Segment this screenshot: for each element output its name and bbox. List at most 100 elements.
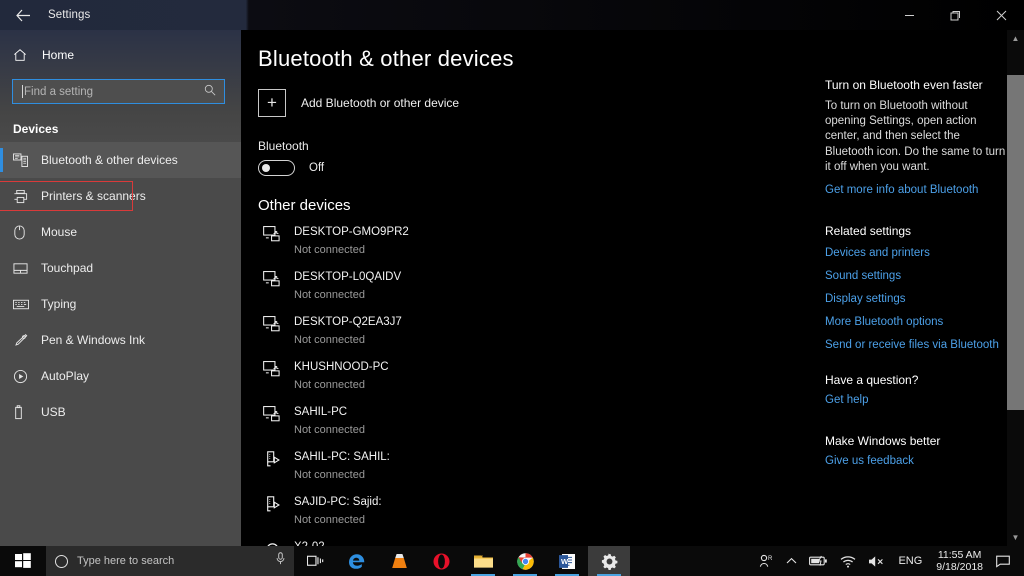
sidebar-item-label: Bluetooth & other devices xyxy=(41,153,178,167)
device-name: SAJID-PC: Sajid: xyxy=(294,496,382,508)
taskbar-app-microsoft-edge[interactable] xyxy=(336,546,378,576)
device-status: Not connected xyxy=(294,244,365,256)
sidebar-item-mouse[interactable]: Mouse xyxy=(0,214,241,250)
link-sound-settings[interactable]: Sound settings xyxy=(825,270,1007,282)
speaker-muted-icon[interactable] xyxy=(862,546,891,576)
link-devices-and-printers[interactable]: Devices and printers xyxy=(825,247,1007,259)
sidebar-item-label: Mouse xyxy=(41,225,77,239)
notification-icon[interactable] xyxy=(990,546,1020,576)
sidebar-item-touchpad[interactable]: Touchpad xyxy=(0,250,241,286)
pen-icon xyxy=(13,333,34,348)
microphone-icon[interactable] xyxy=(275,552,286,570)
device-name: KHUSHNOOD-PC xyxy=(294,361,389,373)
taskbar-app-microsoft-word[interactable]: W xyxy=(546,546,588,576)
windows-start-icon[interactable] xyxy=(0,546,46,576)
taskbar-app-google-chrome[interactable] xyxy=(504,546,546,576)
device-name: DESKTOP-L0QAIDV xyxy=(294,271,401,283)
clock[interactable]: 11:55 AM 9/18/2018 xyxy=(929,549,990,573)
cortana-circle-icon xyxy=(55,555,68,568)
language-indicator[interactable]: ENG xyxy=(891,555,929,567)
text-caret xyxy=(22,85,23,98)
usb-icon xyxy=(13,405,34,420)
sidebar-item-bluetooth-other-devices[interactable]: Bluetooth & other devices xyxy=(0,142,241,178)
sidebar-item-label: Touchpad xyxy=(41,261,93,275)
taskbar: Type here to search xyxy=(0,546,1024,576)
related-settings-heading: Related settings xyxy=(825,224,1007,238)
sidebar-section-title: Devices xyxy=(13,122,241,136)
sidebar-item-printers-scanners[interactable]: Printers & scanners xyxy=(0,178,241,214)
mouse-icon xyxy=(13,225,34,240)
home-icon xyxy=(13,48,35,62)
device-status: Not connected xyxy=(294,424,365,436)
sidebar-item-usb[interactable]: USB xyxy=(0,394,241,430)
battery-icon[interactable] xyxy=(803,546,834,576)
link-get-more-info-about-bluetooth[interactable]: Get more info about Bluetooth xyxy=(825,184,1007,196)
sidebar-item-home[interactable]: Home xyxy=(0,42,241,68)
back-arrow-icon[interactable] xyxy=(0,0,46,30)
taskbar-search-input[interactable]: Type here to search xyxy=(46,546,294,576)
chevron-up-icon[interactable] xyxy=(780,546,803,576)
search-input[interactable]: Find a setting xyxy=(12,79,225,104)
bluetooth-tip-block: Turn on Bluetooth even faster To turn on… xyxy=(825,78,1007,196)
taskbar-app-file-explorer[interactable] xyxy=(462,546,504,576)
settings-window: Settings Home Find a setting xyxy=(0,0,1024,576)
bluetooth-toggle[interactable] xyxy=(258,160,295,176)
task-view-icon[interactable] xyxy=(294,546,336,576)
device-status: Not connected xyxy=(294,334,365,346)
search-placeholder: Find a setting xyxy=(24,86,204,98)
plus-icon: + xyxy=(258,89,286,117)
media-device-icon xyxy=(258,492,286,513)
people-icon[interactable]: R xyxy=(753,546,780,576)
link-more-bluetooth-options[interactable]: More Bluetooth options xyxy=(825,316,1007,328)
taskbar-app-settings[interactable] xyxy=(588,546,630,576)
scroll-up-arrow-icon[interactable]: ▲ xyxy=(1007,30,1024,47)
tip-body: To turn on Bluetooth without opening Set… xyxy=(825,99,1007,175)
keyboard-icon xyxy=(13,299,34,310)
bluetooth-state-label: Off xyxy=(309,162,324,174)
device-status: Not connected xyxy=(294,289,365,301)
vertical-scrollbar[interactable]: ▲ ▼ xyxy=(1007,30,1024,546)
related-settings-block: Related settings Devices and printers So… xyxy=(825,224,1007,351)
sidebar-item-pen-windows-ink[interactable]: Pen & Windows Ink xyxy=(0,322,241,358)
link-get-help[interactable]: Get help xyxy=(825,394,1007,406)
printer-icon xyxy=(13,189,34,204)
close-button[interactable] xyxy=(978,0,1024,30)
device-name: SAHIL-PC xyxy=(294,406,347,418)
bluetooth-devices-icon xyxy=(13,153,34,167)
link-send-or-receive-files-via-bluetooth[interactable]: Send or receive files via Bluetooth xyxy=(825,339,1007,351)
scroll-down-arrow-icon[interactable]: ▼ xyxy=(1007,529,1024,546)
minimize-button[interactable] xyxy=(886,0,932,30)
scrollbar-track[interactable] xyxy=(1007,47,1024,529)
system-tray: R ENG 11:55 AM 9/18/2018 xyxy=(753,546,1024,576)
sidebar: Home Find a setting Devices Bluetooth & … xyxy=(0,30,241,546)
title-bar: Settings xyxy=(0,0,1024,30)
device-name: SAHIL-PC: SAHIL: xyxy=(294,451,390,463)
wireless-display-icon xyxy=(258,267,286,287)
device-status: Not connected xyxy=(294,514,365,526)
add-device-label: Add Bluetooth or other device xyxy=(301,96,459,110)
sidebar-item-label: USB xyxy=(41,405,66,419)
wireless-display-icon xyxy=(258,402,286,422)
link-give-us-feedback[interactable]: Give us feedback xyxy=(825,455,1007,467)
phone-icon xyxy=(258,537,286,546)
scrollbar-thumb[interactable] xyxy=(1007,75,1024,410)
sidebar-item-autoplay[interactable]: AutoPlay xyxy=(0,358,241,394)
clock-time: 11:55 AM xyxy=(938,549,982,561)
device-name: DESKTOP-Q2EA3J7 xyxy=(294,316,402,328)
link-display-settings[interactable]: Display settings xyxy=(825,293,1007,305)
selection-accent-bar xyxy=(0,148,3,172)
restore-button[interactable] xyxy=(932,0,978,30)
taskbar-app-vlc-media-player[interactable] xyxy=(378,546,420,576)
wireless-display-icon xyxy=(258,222,286,242)
tip-heading: Turn on Bluetooth even faster xyxy=(825,78,1007,92)
window-title: Settings xyxy=(48,9,90,21)
wifi-icon[interactable] xyxy=(834,546,862,576)
right-info-panel: Turn on Bluetooth even faster To turn on… xyxy=(825,30,1007,546)
sidebar-item-label: Pen & Windows Ink xyxy=(41,333,145,347)
taskbar-app-opera-browser[interactable] xyxy=(420,546,462,576)
sidebar-item-label: Printers & scanners xyxy=(41,189,146,203)
taskbar-search-placeholder: Type here to search xyxy=(77,555,275,567)
search-container: Find a setting xyxy=(12,79,225,104)
sidebar-item-typing[interactable]: Typing xyxy=(0,286,241,322)
make-windows-better-block: Make Windows better Give us feedback xyxy=(825,434,1007,467)
